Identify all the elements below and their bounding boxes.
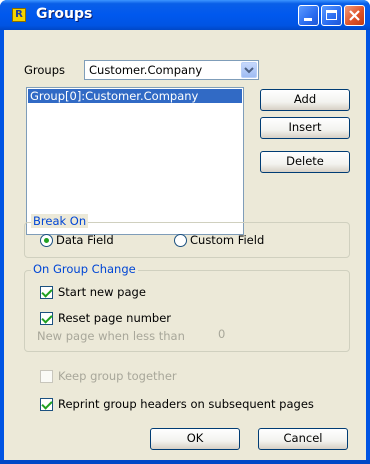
new-page-value: 0 (218, 327, 226, 341)
groups-field-combo[interactable]: Customer.Company (84, 60, 259, 80)
dialog-body: Groups Customer.Company Group[0]:Custome… (4, 30, 366, 460)
keep-group-together-label: Keep group together (58, 369, 177, 383)
title-bar[interactable]: R Groups (0, 0, 370, 30)
minimize-button[interactable] (298, 5, 319, 26)
start-new-page-label: Start new page (58, 285, 146, 299)
groups-listbox[interactable]: Group[0]:Customer.Company (26, 87, 244, 235)
delete-button[interactable]: Delete (260, 151, 350, 173)
window-frame-bottom (0, 460, 370, 464)
list-item[interactable]: Group[0]:Customer.Company (28, 89, 242, 103)
dropdown-button[interactable] (241, 62, 257, 78)
add-button[interactable]: Add (260, 89, 350, 111)
minimize-icon (304, 18, 312, 21)
close-button[interactable] (344, 5, 365, 26)
maximize-icon (326, 10, 337, 20)
break-on-title: Break On (31, 214, 89, 228)
cancel-button[interactable]: Cancel (258, 428, 348, 450)
reset-page-number-checkbox[interactable] (40, 312, 53, 325)
insert-button[interactable]: Insert (260, 117, 350, 139)
maximize-button[interactable] (321, 5, 342, 26)
groups-dialog-window: R Groups Groups Customer.Company Group[0… (0, 0, 370, 464)
groups-label: Groups (24, 63, 66, 77)
window-title: Groups (36, 6, 93, 22)
chevron-down-icon (244, 67, 254, 74)
keep-group-together-checkbox[interactable] (40, 370, 53, 383)
new-page-when-less-than-label: New page when less than (37, 329, 185, 343)
close-icon (349, 10, 360, 21)
ok-button[interactable]: OK (150, 428, 240, 450)
custom-field-label: Custom Field (190, 233, 265, 247)
app-icon: R (12, 8, 26, 22)
data-field-radio[interactable] (40, 234, 53, 247)
custom-field-radio[interactable] (174, 234, 187, 247)
start-new-page-checkbox[interactable] (40, 286, 53, 299)
reprint-headers-checkbox[interactable] (40, 398, 53, 411)
data-field-label: Data Field (56, 233, 114, 247)
reprint-headers-label: Reprint group headers on subsequent page… (58, 397, 314, 411)
on-group-change-title: On Group Change (31, 262, 138, 276)
reset-page-number-label: Reset page number (58, 311, 172, 325)
groups-combo-value: Customer.Company (89, 63, 203, 77)
